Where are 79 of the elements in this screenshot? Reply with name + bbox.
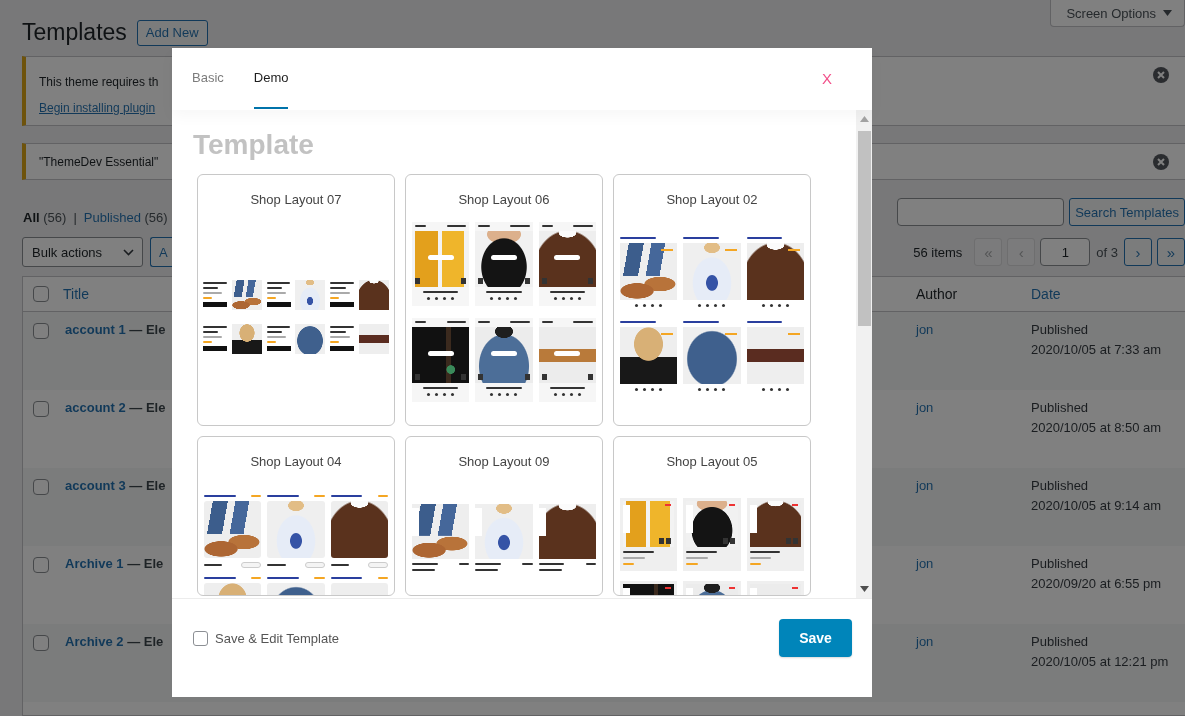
- template-card[interactable]: Shop Layout 04: [197, 436, 395, 596]
- column-header[interactable]: Title: [63, 286, 89, 302]
- items-count: 56 items: [913, 244, 963, 260]
- template-title: Shop Layout 06: [458, 191, 550, 208]
- row-checkbox[interactable]: [33, 401, 49, 417]
- post-type-text: — Ele: [127, 556, 164, 571]
- notice-link[interactable]: Begin installing plugin: [39, 101, 156, 115]
- post-type-text: — Ele: [129, 478, 166, 493]
- author-link[interactable]: jon: [916, 322, 934, 337]
- post-type-text: — Ele: [129, 322, 166, 337]
- close-circle-icon[interactable]: [1153, 67, 1169, 83]
- select-all-checkbox[interactable]: [33, 286, 49, 302]
- page-total: of 3: [1096, 244, 1118, 260]
- post-title-link[interactable]: account 3: [65, 478, 126, 493]
- post-date: 2020/10/05 at 12:21 pm: [1031, 653, 1170, 671]
- post-status: Published: [1031, 399, 1090, 417]
- template-title: Shop Layout 07: [250, 191, 342, 208]
- post-title-link[interactable]: Archive 1: [65, 556, 124, 571]
- template-title: Shop Layout 09: [458, 453, 550, 470]
- pagination-button[interactable]: »: [1157, 238, 1185, 266]
- page-number-field[interactable]: 1: [1040, 238, 1091, 266]
- pagination-button[interactable]: ›: [1124, 238, 1152, 266]
- post-date: 2020/10/05 at 9:14 am: [1031, 497, 1163, 515]
- apply-button[interactable]: A: [150, 237, 172, 267]
- bulk-actions-dropdown[interactable]: Bulk actions: [22, 237, 143, 267]
- scrollbar[interactable]: [856, 110, 872, 598]
- save-button[interactable]: Save: [779, 619, 852, 657]
- row-checkbox[interactable]: [33, 557, 49, 573]
- post-status: Published: [1031, 477, 1090, 495]
- close-button[interactable]: X: [822, 69, 832, 87]
- template-card[interactable]: Shop Layout 05: [613, 436, 811, 596]
- author-link[interactable]: jon: [916, 634, 934, 649]
- post-title-link[interactable]: account 1: [65, 322, 126, 337]
- template-card[interactable]: Shop Layout 09: [405, 436, 603, 596]
- author-link[interactable]: jon: [916, 478, 934, 493]
- post-date: 2020/10/05 at 7:33 am: [1031, 341, 1163, 359]
- separator-text: |: [73, 209, 77, 227]
- post-type-text: — Ele: [127, 634, 164, 649]
- filter-link[interactable]: All (56): [23, 208, 67, 228]
- author-link[interactable]: jon: [916, 400, 934, 415]
- notice-text: "ThemeDev Essential": [39, 155, 159, 169]
- row-checkbox[interactable]: [33, 635, 49, 651]
- template-title: Shop Layout 05: [666, 453, 758, 470]
- page-title: Templates: [22, 18, 127, 47]
- column-header: Author: [916, 286, 958, 302]
- post-status: Published: [1031, 321, 1090, 339]
- tab[interactable]: Demo: [253, 48, 289, 109]
- post-date: 2020/10/05 at 8:50 am: [1031, 419, 1163, 437]
- row-checkbox[interactable]: [33, 479, 49, 495]
- template-card[interactable]: Shop Layout 07: [197, 174, 395, 426]
- post-title-link[interactable]: account 2: [65, 400, 126, 415]
- checkbox[interactable]: [193, 630, 208, 646]
- post-date: 2020/09/20 at 6:55 pm: [1031, 575, 1163, 593]
- add-new-button[interactable]: Add New: [136, 19, 208, 46]
- post-status: Published: [1031, 555, 1090, 573]
- scroll-down-icon[interactable]: [859, 586, 869, 592]
- scrollbar-thumb[interactable]: [857, 131, 871, 326]
- column-header[interactable]: Date: [1031, 286, 1185, 302]
- checkbox-label: Save & Edit Template: [215, 630, 340, 646]
- template-card[interactable]: Shop Layout 02: [613, 174, 811, 426]
- template-card[interactable]: Shop Layout 06: [405, 174, 603, 426]
- post-status: Published: [1031, 633, 1090, 651]
- scroll-up-icon[interactable]: [859, 116, 869, 122]
- post-title-link[interactable]: Archive 2: [65, 634, 124, 649]
- section-heading: Template: [193, 128, 315, 162]
- post-type-text: — Ele: [129, 400, 166, 415]
- template-title: Shop Layout 02: [666, 191, 758, 208]
- close-circle-icon[interactable]: [1153, 154, 1169, 170]
- row-checkbox[interactable]: [33, 323, 49, 339]
- filter-link[interactable]: Published (56): [83, 208, 168, 228]
- template-title: Shop Layout 04: [250, 453, 342, 470]
- search-button[interactable]: Search Templates: [1069, 198, 1185, 226]
- notice-text: This theme requires th: [39, 75, 159, 89]
- chevron-down-icon: [123, 248, 134, 256]
- tab[interactable]: Basic: [192, 48, 224, 109]
- author-link[interactable]: jon: [916, 556, 934, 571]
- screen-options-button[interactable]: Screen Options: [1050, 0, 1185, 27]
- caret-icon: [1163, 10, 1172, 16]
- search-field[interactable]: [897, 198, 1065, 226]
